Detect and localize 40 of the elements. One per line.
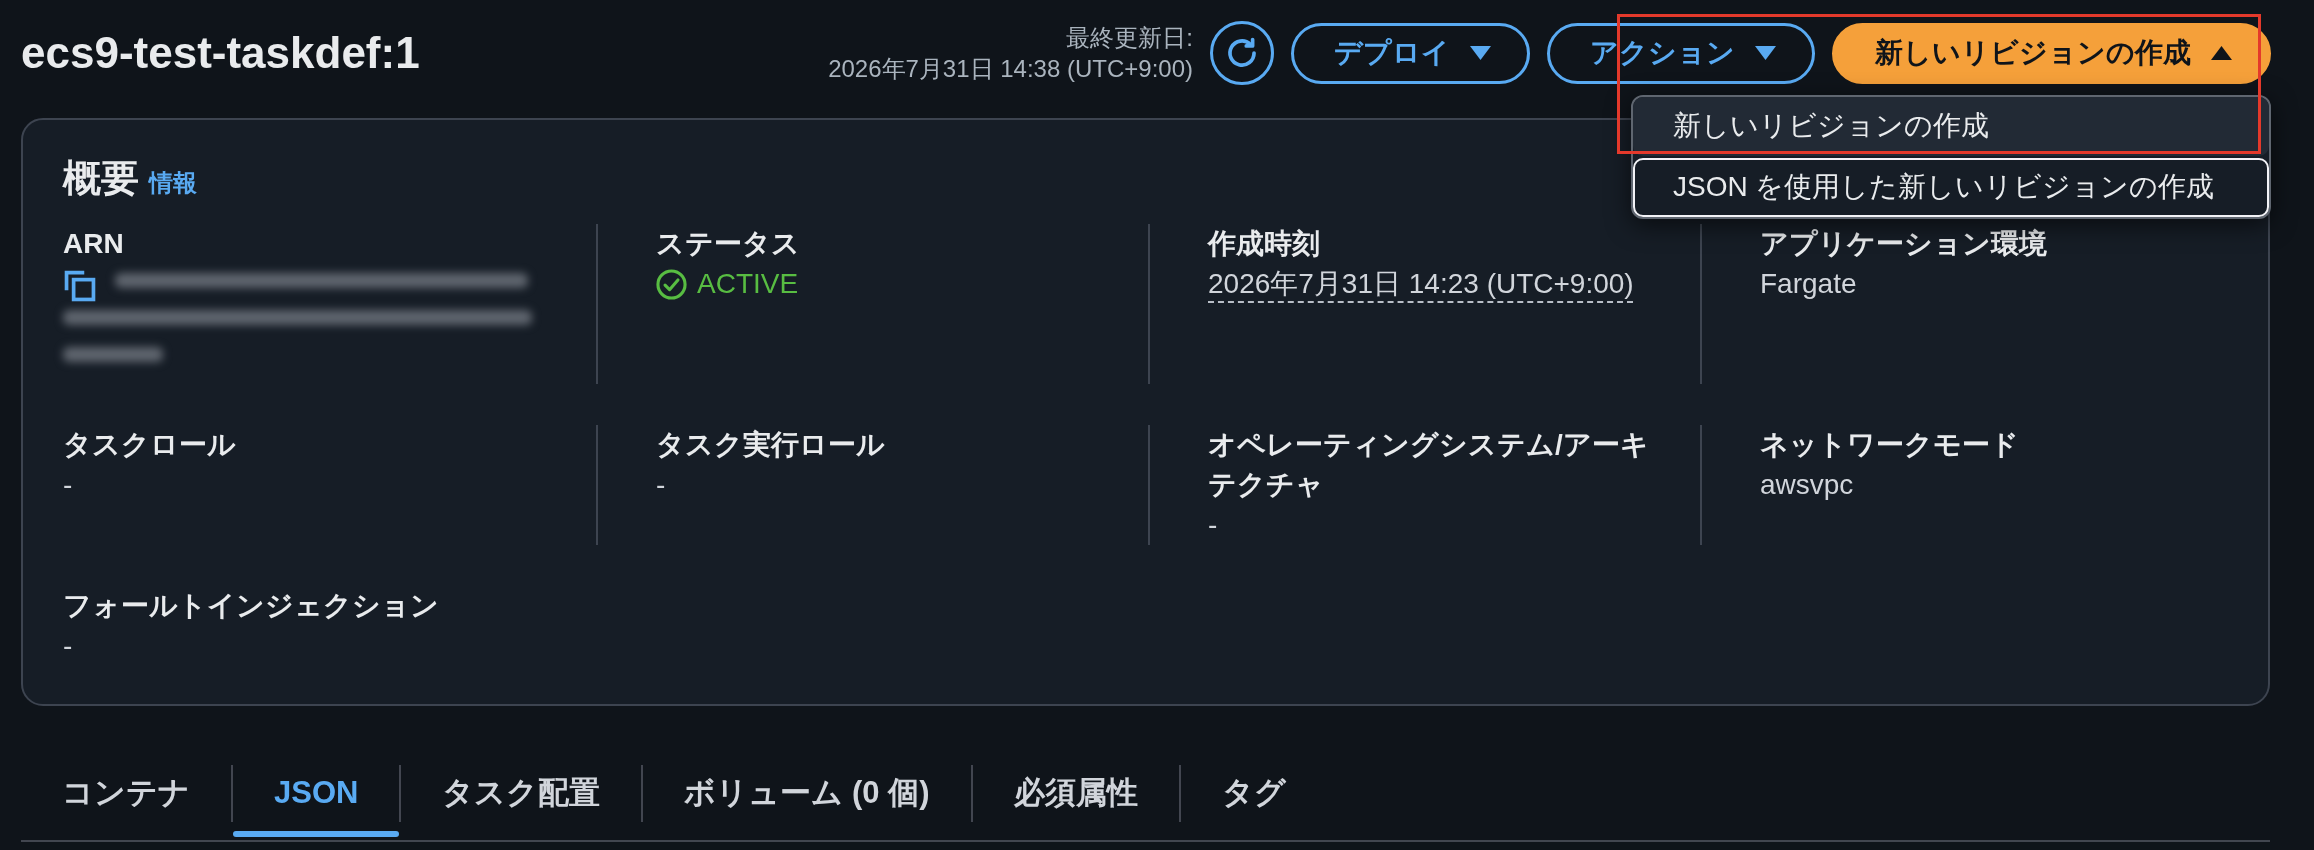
field-label: フォールトインジェクション bbox=[63, 589, 440, 623]
caret-down-icon bbox=[1470, 46, 1491, 60]
page-title: ecs9-test-taskdef:1 bbox=[21, 27, 420, 79]
create-revision-button[interactable]: 新しいリビジョンの作成 bbox=[1832, 22, 2271, 84]
field-value: - bbox=[63, 629, 74, 663]
check-circle-icon bbox=[656, 268, 687, 300]
refresh-icon bbox=[1225, 36, 1259, 70]
status-text: ACTIVE bbox=[697, 267, 799, 301]
info-link[interactable]: 情報 bbox=[149, 165, 197, 201]
tab[interactable]: JSON bbox=[233, 751, 400, 840]
field-value: - bbox=[63, 468, 74, 502]
field-label: ネットワークモード bbox=[1760, 428, 2020, 462]
field-label: ステータス bbox=[656, 227, 801, 261]
field-label: 作成時刻 bbox=[1208, 227, 1321, 261]
tab[interactable]: ボリューム (0 個) bbox=[643, 751, 971, 840]
caret-up-icon bbox=[2211, 46, 2232, 60]
tab[interactable]: コンテナ bbox=[21, 751, 231, 840]
field-label: オペレーティングシステム/アーキテクチャ bbox=[1208, 428, 1650, 502]
field-value: - bbox=[656, 468, 667, 502]
section-heading: 概要 bbox=[63, 158, 139, 198]
dropdown-button[interactable]: アクション bbox=[1547, 22, 1815, 84]
dropdown-button[interactable]: デプロイ bbox=[1291, 22, 1530, 84]
menu-item[interactable]: 新しいリビジョンの作成 bbox=[1633, 96, 2269, 156]
field-value: - bbox=[1208, 508, 1219, 542]
copy-icon[interactable] bbox=[63, 269, 97, 303]
field-value: Fargate bbox=[1760, 267, 1858, 301]
field-label: ARN bbox=[63, 227, 125, 261]
field-label: タスク実行ロール bbox=[656, 428, 886, 462]
refresh-button[interactable] bbox=[1210, 21, 1274, 85]
last-updated-label: 最終更新日: bbox=[1066, 23, 1193, 53]
menu-item[interactable]: JSON を使用した新しいリビジョンの作成 bbox=[1633, 157, 2269, 217]
field-value: awsvpc bbox=[1760, 468, 1855, 502]
tab[interactable]: 必須属性 bbox=[972, 751, 1179, 840]
tab[interactable]: タスク配置 bbox=[401, 751, 642, 840]
tab[interactable]: タグ bbox=[1180, 751, 1327, 840]
field-label: アプリケーション環境 bbox=[1760, 227, 2048, 261]
field-value: 2026年7月31日 14:23 (UTC+9:00) bbox=[1208, 267, 1634, 301]
caret-down-icon bbox=[1755, 46, 1776, 60]
field-label: タスクロール bbox=[63, 428, 237, 462]
last-updated-time: 2026年7月31日 14:38 (UTC+9:00) bbox=[828, 54, 1193, 84]
